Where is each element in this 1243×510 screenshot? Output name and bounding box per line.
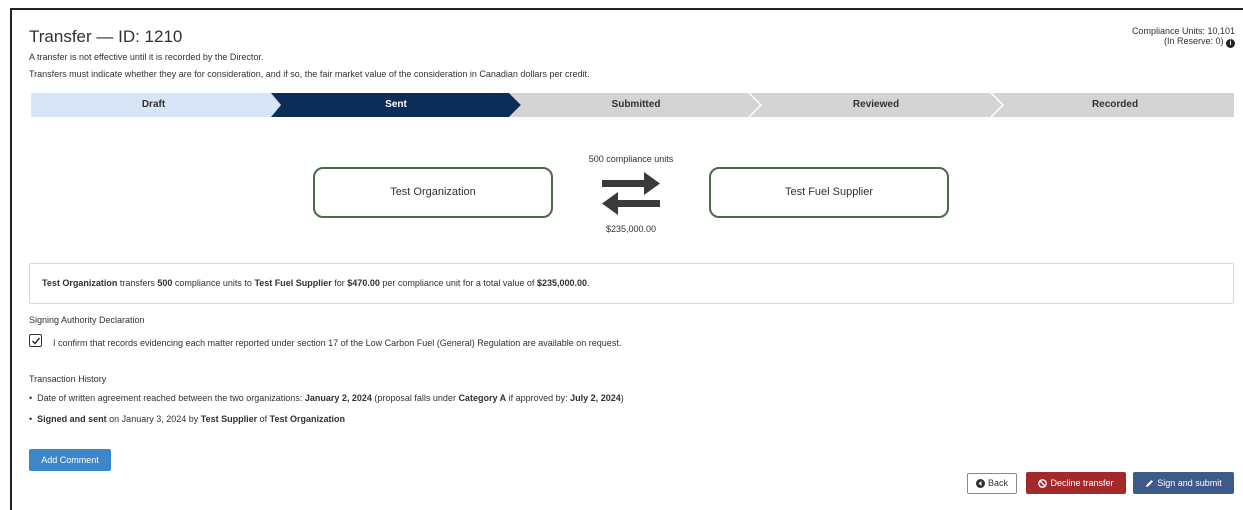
summary-text: transfers [117, 278, 158, 288]
history-text: if approved by: [506, 393, 571, 403]
history-item-signed: Signed and sent on January 3, 2024 by Te… [29, 414, 624, 435]
history-text: ) [620, 393, 624, 403]
history-text: on January 3, 2024 by [106, 414, 201, 424]
summary-text: . [587, 278, 590, 288]
compliance-units-label: 500 compliance units [588, 154, 674, 164]
from-organization-box: Test Organization [313, 167, 553, 218]
pencil-icon [1146, 480, 1154, 487]
summary-to-org: Test Fuel Supplier [254, 278, 332, 288]
history-text: Date of written agreement reached betwee… [37, 393, 305, 403]
add-comment-button[interactable]: Add Comment [29, 449, 111, 471]
summary-units: 500 [157, 278, 173, 288]
history-text: of [257, 414, 270, 424]
compliance-units-summary: Compliance Units: 10,101 (In Reserve: 0)… [1132, 26, 1235, 48]
consideration-note: Transfers must indicate whether they are… [29, 69, 590, 79]
page-title: Transfer — ID: 1210 [29, 27, 183, 46]
declaration-text: I confirm that records evidencing each m… [53, 338, 622, 348]
history-action: Signed and sent [37, 414, 107, 424]
to-organization-box: Test Fuel Supplier [709, 167, 949, 218]
summary-text: compliance units to [172, 278, 255, 288]
step-reviewed: Reviewed [852, 99, 900, 110]
declaration-checkbox[interactable] [29, 334, 42, 347]
summary-price: $470.00 [347, 278, 380, 288]
reserve-balance: (In Reserve: 0) [1163, 36, 1224, 46]
exchange-arrows-icon [600, 171, 662, 220]
step-recorded: Recorded [1091, 99, 1139, 110]
back-button[interactable]: Back [967, 473, 1017, 494]
history-item-agreement: Date of written agreement reached betwee… [29, 393, 624, 414]
summary-total: $235,000.00 [536, 278, 587, 288]
ban-icon [1038, 479, 1048, 488]
history-heading: Transaction History [29, 374, 107, 384]
declaration-heading: Signing Authority Declaration [29, 315, 145, 325]
effective-note: A transfer is not effective until it is … [29, 52, 264, 62]
decline-label: Decline transfer [1050, 478, 1114, 488]
history-org: Test Organization [269, 414, 345, 424]
back-label: Back [987, 478, 1008, 488]
transaction-history-list: Date of written agreement reached betwee… [29, 393, 624, 435]
arrow-left-circle-icon [975, 479, 985, 488]
category-label: Category A [458, 393, 507, 403]
step-sent: Sent [385, 99, 407, 110]
approve-by-date: July 2, 2024 [570, 393, 621, 403]
compliance-units-balance: Compliance Units: 10,101 [1131, 26, 1235, 36]
summary-text: per compliance unit for a total value of [379, 278, 537, 288]
checkmark-icon [31, 337, 41, 345]
step-draft: Draft [141, 99, 166, 110]
summary-from-org: Test Organization [42, 278, 118, 288]
agreement-date: January 2, 2024 [304, 393, 372, 403]
info-circle-icon[interactable]: i [1226, 39, 1235, 48]
total-value-label: $235,000.00 [605, 224, 657, 234]
transfer-summary: Test Organization transfers 500 complian… [29, 263, 1234, 304]
summary-text: for [331, 278, 348, 288]
transfer-progress-stepper: Draft Sent Submitted Reviewed Recorded [31, 93, 1234, 117]
sign-label: Sign and submit [1157, 478, 1222, 488]
step-submitted: Submitted [611, 99, 661, 110]
decline-transfer-button[interactable]: Decline transfer [1026, 472, 1126, 494]
history-text: (proposal falls under [371, 393, 459, 403]
sign-and-submit-button[interactable]: Sign and submit [1133, 472, 1234, 494]
history-user: Test Supplier [200, 414, 258, 424]
